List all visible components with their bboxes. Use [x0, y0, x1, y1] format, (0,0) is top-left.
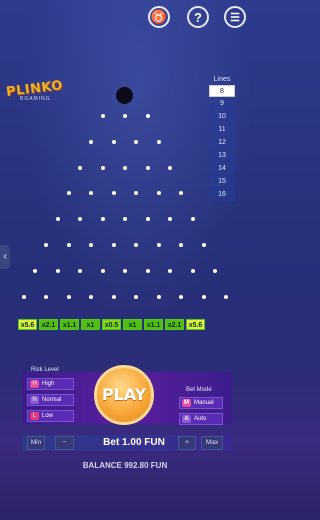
peg	[201, 294, 206, 299]
peg	[111, 243, 116, 247]
lines-option[interactable]: 16	[209, 189, 235, 201]
mode-manual-icon: M	[182, 399, 191, 407]
risk-normal-icon: N	[30, 396, 39, 404]
risk-option-label: Low	[42, 413, 54, 419]
peg	[123, 268, 127, 273]
multiplier-slot: x5.6	[18, 319, 37, 330]
lines-option[interactable]: 14	[209, 163, 235, 175]
multiplier-slot: x2.1	[165, 319, 184, 330]
lines-option[interactable]: 11	[209, 124, 235, 136]
peg	[145, 268, 150, 273]
peg	[168, 165, 172, 170]
peg	[111, 294, 116, 299]
peg	[100, 217, 105, 222]
peg	[78, 268, 82, 273]
peg	[201, 243, 206, 247]
plinko-ball	[116, 87, 133, 104]
menu-button[interactable]: ☰	[224, 6, 246, 28]
risk-option-label: Normal	[42, 397, 62, 403]
peg	[190, 217, 195, 222]
peg	[134, 294, 139, 299]
help-icon: ?	[194, 9, 202, 25]
peg	[55, 217, 60, 222]
bet-mode-title: Bet Mode	[186, 387, 212, 393]
mode-auto-icon: A	[182, 415, 191, 423]
multiplier-row: x5.6 x2.1 x1.1 x1 x0.5 x1 x1.1 x2.1 x5.6	[18, 319, 205, 330]
peg	[156, 243, 161, 247]
peg	[123, 114, 127, 118]
multiplier-slot: x1	[81, 319, 100, 330]
peg	[111, 139, 116, 144]
peg	[78, 165, 82, 170]
multiplier-slot: x2.1	[39, 319, 58, 330]
increase-bet-button[interactable]: +	[178, 436, 196, 450]
max-bet-button[interactable]: Max	[201, 436, 223, 450]
bet-mode-manual[interactable]: M Manual	[179, 397, 223, 409]
multiplier-slot: x1	[123, 319, 142, 330]
play-button[interactable]: PLAY	[94, 365, 154, 425]
multiplier-slot: x1.1	[60, 319, 79, 330]
peg	[224, 294, 229, 299]
peg	[100, 268, 105, 273]
bet-amount: Bet 1.00 FUN	[103, 437, 165, 448]
peg	[190, 268, 195, 273]
risk-option-normal[interactable]: N Normal	[27, 394, 74, 406]
peg	[100, 114, 105, 118]
peg	[156, 139, 161, 144]
peg	[55, 268, 60, 273]
risk-option-low[interactable]: L Low	[27, 410, 74, 422]
balance-display: BALANCE 992.80 FUN	[82, 461, 168, 470]
risk-low-icon: L	[30, 412, 39, 420]
peg	[145, 114, 150, 118]
peg	[123, 165, 127, 170]
peg	[213, 268, 217, 273]
bet-mode-label: Auto	[194, 416, 207, 422]
lines-selector: Lines 8 9 10 11 12 13 14 15 16	[207, 76, 237, 202]
help-button[interactable]: ?	[187, 6, 209, 28]
risk-option-label: High	[42, 381, 55, 387]
min-bet-button[interactable]: Min	[27, 436, 45, 450]
peg	[179, 294, 184, 299]
peg	[145, 217, 150, 222]
bet-mode-label: Manual	[194, 400, 214, 406]
lines-option[interactable]: 15	[209, 176, 235, 188]
lines-title: Lines	[213, 76, 231, 83]
lines-option[interactable]: 10	[209, 111, 235, 123]
chevron-left-icon: ‹	[3, 251, 7, 262]
multiplier-slot: x5.6	[186, 319, 205, 330]
lines-option[interactable]: 12	[209, 137, 235, 149]
multiplier-slot: x1.1	[144, 319, 163, 330]
peg	[21, 294, 26, 299]
peg	[156, 294, 161, 299]
lines-option[interactable]: 9	[209, 98, 235, 110]
menu-icon: ☰	[230, 11, 240, 24]
bet-mode-auto[interactable]: A Auto	[179, 413, 223, 425]
peg	[66, 243, 71, 247]
peg	[66, 294, 71, 299]
risk-level-title: Risk Level	[31, 367, 59, 373]
risk-option-high[interactable]: H High	[27, 378, 74, 390]
peg	[145, 165, 150, 170]
peg	[44, 294, 49, 299]
lines-option[interactable]: 13	[209, 150, 235, 162]
side-panel-toggle[interactable]: ‹	[0, 245, 10, 269]
lines-option[interactable]: 8	[209, 85, 235, 97]
peg	[33, 268, 37, 273]
peg	[168, 268, 172, 273]
plinko-logo: PLINKO BGAMING	[5, 78, 63, 102]
multiplier-slot: x0.5	[102, 319, 121, 330]
decrease-bet-button[interactable]: −	[55, 436, 74, 450]
peg	[89, 294, 94, 299]
peg	[100, 165, 105, 170]
risk-high-icon: H	[30, 380, 39, 388]
taurus-icon[interactable]: ♉	[148, 6, 170, 28]
